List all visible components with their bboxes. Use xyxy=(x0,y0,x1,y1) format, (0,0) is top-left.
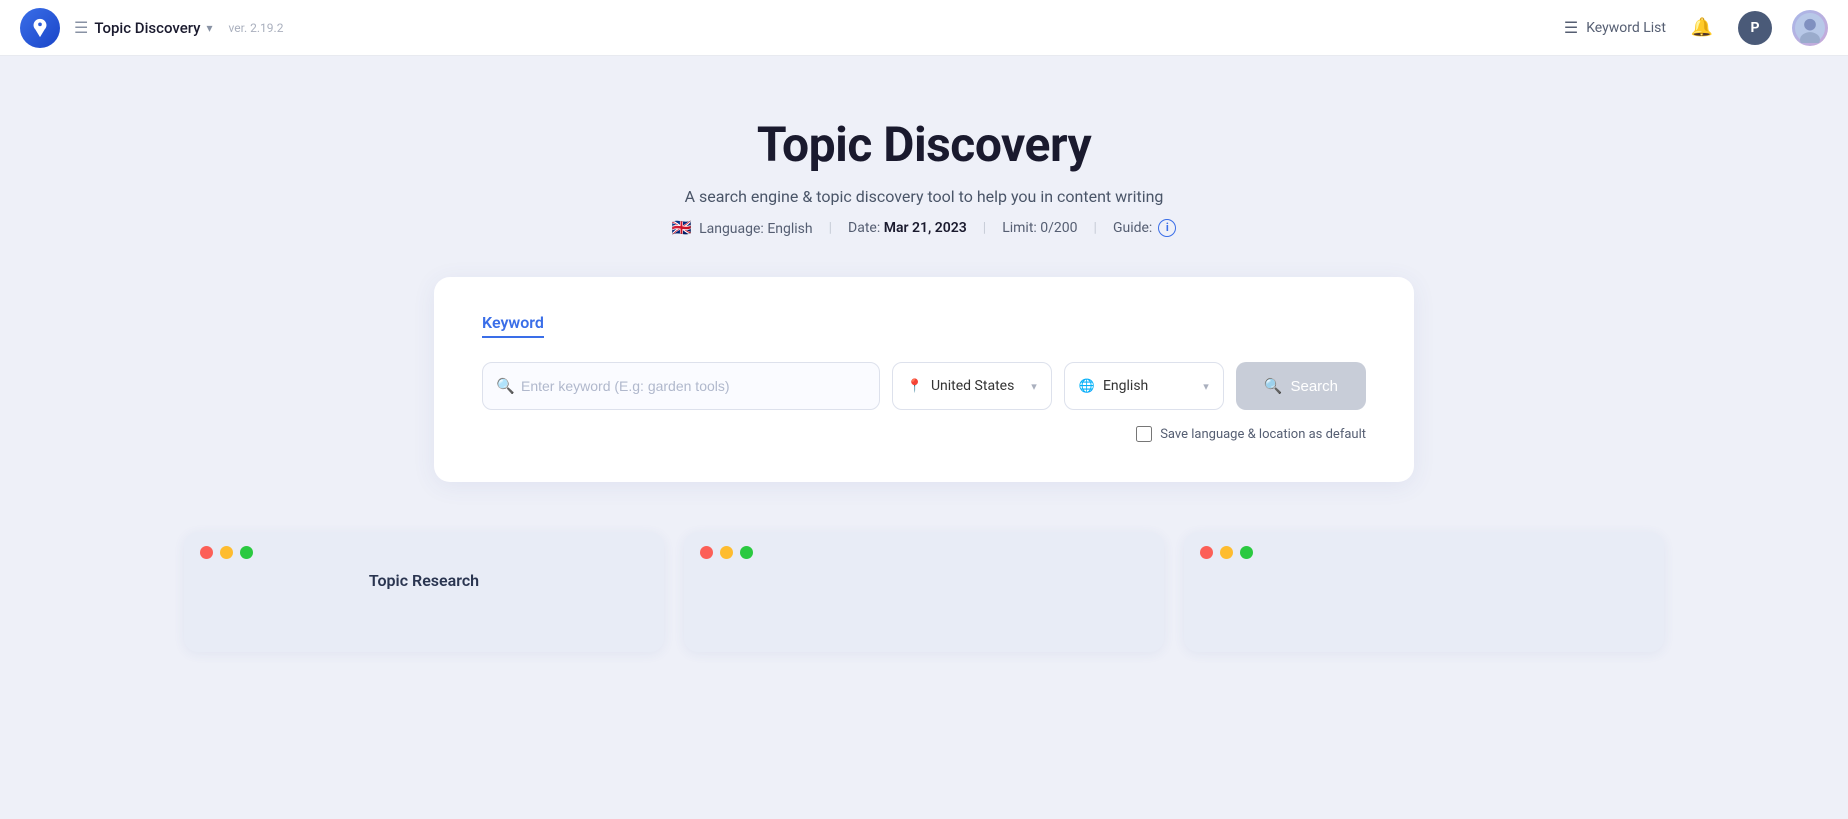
search-button[interactable]: 🔍 Search xyxy=(1236,362,1366,410)
meta-separator-2: | xyxy=(983,220,986,236)
bottom-card-2 xyxy=(684,532,1164,652)
guide-meta: Guide: i xyxy=(1113,219,1176,237)
page-title: Topic Discovery xyxy=(757,116,1091,173)
save-default-checkbox[interactable] xyxy=(1136,426,1152,442)
limit-value: 0/200 xyxy=(1040,220,1077,236)
bottom-card-1: Topic Research xyxy=(184,532,664,652)
title-chevron-icon: ▾ xyxy=(207,21,213,35)
search-card: Keyword 🔍 📍 United States ▾ 🌐 English ▾ … xyxy=(434,277,1414,482)
limit-meta: Limit: 0/200 xyxy=(1002,220,1077,236)
date-value: Mar 21, 2023 xyxy=(884,220,967,236)
keyword-tab[interactable]: Keyword xyxy=(482,313,544,338)
traffic-yellow-3 xyxy=(1220,546,1233,559)
traffic-lights-1 xyxy=(184,532,664,567)
app-version: ver. 2.19.2 xyxy=(229,21,284,35)
language-meta: 🇬🇧 Language: English xyxy=(672,218,813,237)
search-input-wrap: 🔍 xyxy=(482,362,880,410)
traffic-red-1 xyxy=(200,546,213,559)
search-button-icon: 🔍 xyxy=(1264,377,1283,395)
traffic-green-2 xyxy=(740,546,753,559)
p-badge-button[interactable]: P xyxy=(1738,11,1772,45)
bottom-cards-row: Topic Research xyxy=(184,532,1664,652)
date-label: Date: xyxy=(848,220,880,236)
meta-separator-3: | xyxy=(1094,220,1097,236)
app-title-area[interactable]: ☰ Topic Discovery ▾ xyxy=(74,18,213,37)
search-icon: 🔍 xyxy=(496,377,515,395)
guide-label: Guide: xyxy=(1113,220,1152,236)
language-chevron-icon: ▾ xyxy=(1203,380,1209,393)
keyword-list-button[interactable]: ☰ Keyword List xyxy=(1564,18,1666,37)
card-title-1: Topic Research xyxy=(184,571,664,590)
date-meta: Date: Mar 21, 2023 xyxy=(848,220,967,236)
notification-bell-button[interactable]: 🔔 xyxy=(1686,12,1718,44)
language-label: English xyxy=(1103,378,1148,394)
topnav-right: ☰ Keyword List 🔔 P xyxy=(1564,10,1828,46)
traffic-red-3 xyxy=(1200,546,1213,559)
traffic-yellow-2 xyxy=(720,546,733,559)
traffic-green-3 xyxy=(1240,546,1253,559)
location-chevron-icon: ▾ xyxy=(1031,380,1037,393)
location-pin-icon: 📍 xyxy=(907,379,923,394)
topnav: ☰ Topic Discovery ▾ ver. 2.19.2 ☰ Keywor… xyxy=(0,0,1848,56)
guide-info-icon[interactable]: i xyxy=(1158,219,1176,237)
search-row: 🔍 📍 United States ▾ 🌐 English ▾ 🔍 Search xyxy=(482,362,1366,410)
language-label: Language: xyxy=(699,221,764,237)
user-avatar[interactable] xyxy=(1792,10,1828,46)
keyword-list-label: Keyword List xyxy=(1586,20,1666,36)
traffic-green-1 xyxy=(240,546,253,559)
location-select[interactable]: 📍 United States ▾ xyxy=(892,362,1052,410)
traffic-lights-2 xyxy=(684,532,1164,567)
limit-label: Limit: xyxy=(1002,220,1037,236)
language-flag: 🇬🇧 xyxy=(672,218,692,237)
language-select[interactable]: 🌐 English ▾ xyxy=(1064,362,1224,410)
bottom-card-3 xyxy=(1184,532,1664,652)
list-icon: ☰ xyxy=(1564,18,1578,37)
meta-separator-1: | xyxy=(829,220,832,236)
menu-lines-icon: ☰ xyxy=(74,18,88,37)
main-content: Topic Discovery A search engine & topic … xyxy=(0,56,1848,692)
page-meta: 🇬🇧 Language: English | Date: Mar 21, 202… xyxy=(672,218,1177,237)
search-button-label: Search xyxy=(1290,378,1338,395)
page-subtitle: A search engine & topic discovery tool t… xyxy=(685,187,1164,206)
traffic-lights-3 xyxy=(1184,532,1664,567)
language-globe-icon: 🌐 xyxy=(1079,379,1095,394)
keyword-search-input[interactable] xyxy=(482,362,880,410)
app-title: Topic Discovery xyxy=(94,19,200,37)
traffic-red-2 xyxy=(700,546,713,559)
language-value: English xyxy=(767,221,812,237)
save-default-label[interactable]: Save language & location as default xyxy=(1160,427,1366,442)
save-default-row: Save language & location as default xyxy=(482,426,1366,442)
traffic-yellow-1 xyxy=(220,546,233,559)
app-logo[interactable] xyxy=(20,8,60,48)
location-label: United States xyxy=(931,378,1014,394)
bell-icon: 🔔 xyxy=(1691,17,1713,38)
